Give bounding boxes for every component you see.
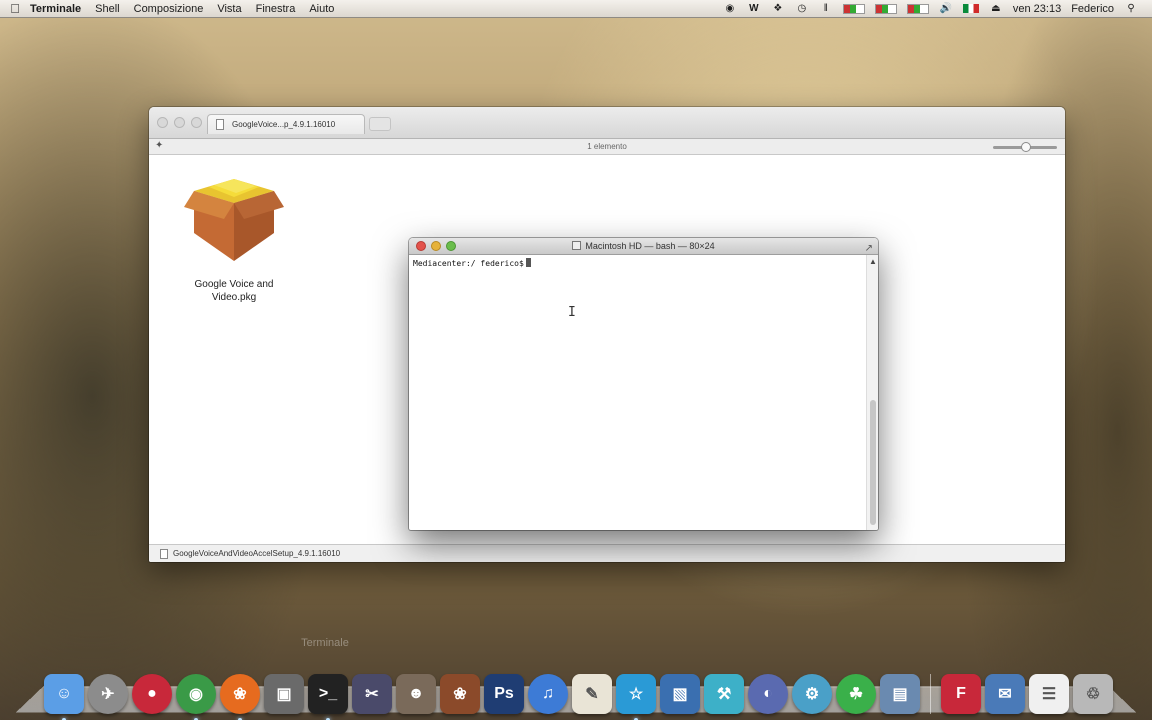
scanner-icon[interactable]: ⚙ [792, 674, 832, 714]
mail-icon[interactable]: ✉ [985, 674, 1025, 714]
terminal-prompt: Mediacenter:/ federico$ [413, 259, 524, 268]
menu-composizione[interactable]: Composizione [134, 3, 204, 15]
terminal-scrollbar[interactable]: ▲ [866, 255, 878, 530]
terminal-title: Macintosh HD — bash — 80×24 [585, 241, 715, 251]
terminal-cursor [525, 258, 531, 267]
colorful-ball-icon[interactable]: ● [132, 674, 172, 714]
time-machine-icon[interactable]: ◷ [795, 3, 809, 14]
terminal-scroll-thumb[interactable] [870, 400, 876, 525]
path-text[interactable]: GoogleVoiceAndVideoAccelSetup_4.9.1.1601… [173, 549, 340, 558]
input-source-flag-icon[interactable] [962, 4, 979, 13]
launchpad-icon[interactable]: ✈ [88, 674, 128, 714]
menu-vista[interactable]: Vista [217, 3, 241, 15]
finder-tab-title: GoogleVoice...p_4.9.1.16010 [232, 120, 336, 129]
filezilla-icon[interactable]: F [941, 674, 981, 714]
terminal-titlebar[interactable]: Macintosh HD — bash — 80×24 ↗ [409, 238, 878, 255]
finder-window-controls [157, 117, 202, 128]
apple-menu-icon[interactable]:  [0, 1, 30, 16]
dropbox-icon[interactable]: ❖ [771, 3, 785, 14]
dock-separator [930, 674, 931, 714]
menu-finestra[interactable]: Finestra [256, 3, 296, 15]
activity-graph-icon[interactable] [906, 3, 929, 14]
disk-icon [572, 241, 582, 250]
net-graph-icon[interactable] [874, 3, 897, 14]
planet-icon[interactable]: ◐ [748, 674, 788, 714]
menu-shell[interactable]: Shell [95, 3, 119, 15]
finder-titlebar[interactable]: GoogleVoice...p_4.9.1.16010 [149, 107, 1065, 139]
chrome-icon[interactable]: ◉ [176, 674, 216, 720]
menu-bar:  Terminale Shell Composizione Vista Fin… [0, 0, 1152, 18]
finder-icon[interactable]: ☺ [44, 674, 84, 720]
final-cut-icon[interactable]: ✂ [352, 674, 392, 714]
photo-booth-icon[interactable]: ▣ [264, 674, 304, 714]
dock: ☺ ✈ ● ◉ ❀ ▣ >_ ✂ ☻ ❀ Ps ♫ ✎ ☆ ▧ ⚒ ◐ ⚙ ☘ ▤ F ✉ ☰ ♲ [40, 664, 1120, 720]
tab-document-icon [216, 119, 224, 130]
ibeam-cursor-icon: I [568, 305, 576, 320]
menu-aiuto[interactable]: Aiuto [309, 3, 334, 15]
package-file-label[interactable]: Google Voice and Video.pkg [177, 278, 291, 304]
scroll-up-icon[interactable]: ▲ [869, 257, 877, 266]
xcode-icon[interactable]: ⚒ [704, 674, 744, 714]
photoshop-icon[interactable]: Ps [484, 674, 524, 714]
package-icon[interactable] [184, 173, 284, 263]
finder-zoom-button[interactable] [191, 117, 202, 128]
menu-user[interactable]: Federico [1071, 3, 1114, 15]
terminal-window-controls [416, 241, 456, 251]
fruit-icon[interactable]: ❀ [440, 674, 480, 714]
finder-pathbar: GoogleVoiceAndVideoAccelSetup_4.9.1.1601… [149, 544, 1065, 562]
w-icon[interactable]: W [747, 3, 761, 14]
menu-app-name[interactable]: Terminale [30, 3, 81, 15]
trash-icon[interactable]: ♲ [1073, 674, 1113, 714]
menu-clock[interactable]: ven 23:13 [1013, 3, 1061, 15]
cpu-graph-icon[interactable] [842, 3, 865, 14]
volume-icon[interactable]: 🔊 [939, 3, 953, 14]
terminal-window: Macintosh HD — bash — 80×24 ↗ Mediacente… [409, 238, 878, 530]
vmware-icon[interactable]: ▧ [660, 674, 700, 714]
path-document-icon [160, 549, 168, 559]
terminal-close-button[interactable] [416, 241, 426, 251]
green-leaf-icon[interactable]: ☘ [836, 674, 876, 714]
camera-icon[interactable]: ◉ [723, 3, 737, 14]
dock-hover-label: Terminale [301, 637, 349, 649]
firefox-icon[interactable]: ❀ [220, 674, 260, 720]
new-tab-button[interactable] [369, 117, 391, 131]
terminal-screen[interactable]: Mediacenter:/ federico$ [409, 255, 866, 530]
document-icon[interactable]: ☰ [1029, 674, 1069, 714]
bars-icon[interactable]: ‖ [819, 3, 833, 14]
eject-icon[interactable]: ⏏ [989, 3, 1003, 14]
terminal-zoom-button[interactable] [446, 241, 456, 251]
disguise-icon[interactable]: ☻ [396, 674, 436, 714]
preview-icon[interactable]: ▤ [880, 674, 920, 714]
icon-size-slider-knob[interactable] [1021, 142, 1031, 152]
terminal-icon[interactable]: >_ [308, 674, 348, 720]
status-area: ◉ W ❖ ◷ ‖ 🔊 ⏏ ven 23:13 Federico ⚲ [723, 3, 1152, 15]
spotlight-search-icon[interactable]: ⚲ [1124, 3, 1138, 14]
finder-close-button[interactable] [157, 117, 168, 128]
textedit-icon[interactable]: ✎ [572, 674, 612, 714]
finder-statusbar: ✦ 1 elemento [149, 139, 1065, 155]
finder-minimize-button[interactable] [174, 117, 185, 128]
finder-tab[interactable]: GoogleVoice...p_4.9.1.16010 [207, 114, 365, 134]
terminal-minimize-button[interactable] [431, 241, 441, 251]
itunes-icon[interactable]: ♫ [528, 674, 568, 714]
fetch-icon[interactable]: ☆ [616, 674, 656, 720]
item-count: 1 elemento [587, 142, 627, 151]
